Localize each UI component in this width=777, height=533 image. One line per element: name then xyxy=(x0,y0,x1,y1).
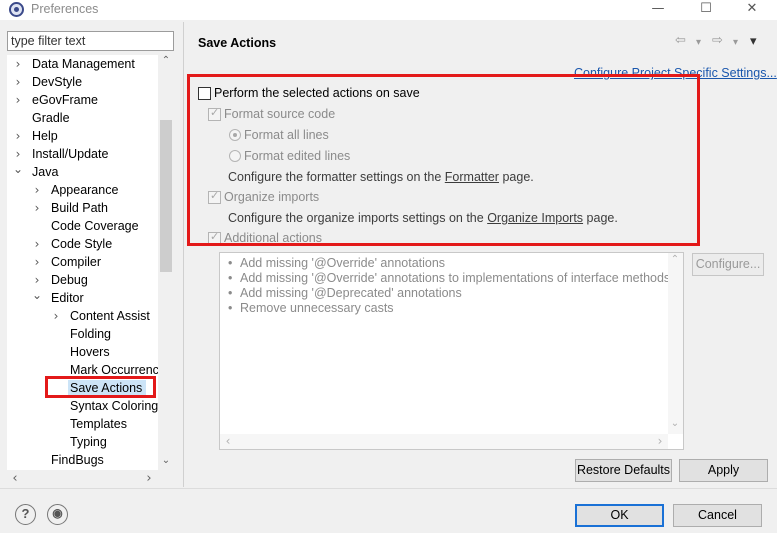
tree-item-label: FindBugs xyxy=(51,453,104,467)
highlight-box-save-actions xyxy=(45,376,156,398)
expand-icon[interactable]: › xyxy=(32,199,42,217)
tree-item-label: Typing xyxy=(70,435,107,449)
forward-dropdown-icon[interactable]: ▾ xyxy=(733,37,738,48)
list-scroll-down-icon[interactable]: ⌄ xyxy=(667,418,683,429)
scroll-left-icon[interactable]: ‹ xyxy=(7,471,23,486)
apply-button[interactable]: Apply xyxy=(679,459,768,482)
page-title: Save Actions xyxy=(198,36,277,50)
maximize-button[interactable]: ☐ xyxy=(691,0,721,18)
close-button[interactable]: ✕ xyxy=(737,0,767,18)
cancel-button[interactable]: Cancel xyxy=(673,504,762,527)
list-scroll-right-icon[interactable]: › xyxy=(652,434,668,448)
footer-divider xyxy=(0,488,777,489)
tree-item-label: Compiler xyxy=(51,255,102,269)
expand-icon[interactable]: › xyxy=(13,127,23,145)
list-horizontal-scrollbar[interactable] xyxy=(220,434,668,449)
tree-item-label: Content Assist xyxy=(70,309,150,323)
minimize-button[interactable]: — xyxy=(643,0,673,18)
ok-button[interactable]: OK xyxy=(575,504,664,527)
list-scroll-up-icon[interactable]: ⌃ xyxy=(667,254,683,265)
tree-item-label: Java xyxy=(32,165,59,179)
tree-item-label: Gradle xyxy=(32,111,70,125)
tree-horizontal-scrollbar[interactable] xyxy=(7,470,158,487)
scroll-right-icon[interactable]: › xyxy=(141,471,157,486)
tree-item-label: Folding xyxy=(70,327,111,341)
tree-item-label: Editor xyxy=(51,291,84,305)
list-item: Add missing '@Override' annotations to i… xyxy=(228,271,670,285)
tree-item-label: Syntax Coloring xyxy=(70,399,159,413)
highlight-box-save-options xyxy=(187,74,700,246)
collapse-icon[interactable]: ⌄ xyxy=(32,286,42,304)
back-dropdown-icon[interactable]: ▾ xyxy=(696,37,701,48)
preferences-tree: › Data Management › DevStyle › eGovFrame… xyxy=(7,55,174,470)
tree-item-label: Appearance xyxy=(51,183,119,197)
tree-item-label: Templates xyxy=(70,417,127,431)
tree-item-label: Hovers xyxy=(70,345,110,359)
pane-divider[interactable] xyxy=(183,22,184,487)
tree-item-label: Help xyxy=(32,129,58,143)
import-export-icon[interactable]: ◉ xyxy=(47,504,68,525)
collapse-icon[interactable]: ⌄ xyxy=(13,160,23,178)
expand-icon[interactable]: › xyxy=(13,73,23,91)
filter-input[interactable] xyxy=(7,31,174,51)
back-icon[interactable]: ⇦ xyxy=(675,33,686,48)
list-item: Add missing '@Deprecated' annotations xyxy=(228,286,462,300)
additional-actions-list[interactable]: Add missing '@Override' annotations Add … xyxy=(219,252,684,450)
list-scroll-left-icon[interactable]: ‹ xyxy=(220,434,236,448)
list-item: Add missing '@Override' annotations xyxy=(228,256,445,270)
expand-icon[interactable]: › xyxy=(13,55,23,73)
scroll-down-icon[interactable]: ⌄ xyxy=(158,455,174,466)
eclipse-app-icon xyxy=(9,2,24,17)
configure-button[interactable]: Configure... xyxy=(692,253,764,276)
tree-item-label: Data Management xyxy=(32,57,135,71)
expand-icon[interactable]: › xyxy=(13,91,23,109)
list-item: Remove unnecessary casts xyxy=(228,301,394,315)
tree-scroll-thumb[interactable] xyxy=(160,120,172,272)
restore-defaults-button[interactable]: Restore Defaults xyxy=(575,459,672,482)
tree-item-label: Code Coverage xyxy=(51,219,139,233)
expand-icon[interactable]: › xyxy=(51,307,61,325)
forward-icon[interactable]: ⇨ xyxy=(712,33,723,48)
tree-item-label: Code Style xyxy=(51,237,113,251)
window-title: Preferences xyxy=(31,2,99,16)
list-vertical-scrollbar[interactable] xyxy=(668,253,683,434)
tree-item-label: eGovFrame xyxy=(32,93,98,107)
expand-icon[interactable]: › xyxy=(32,235,42,253)
tree-item-label: Build Path xyxy=(51,201,108,215)
tree-item-label: Debug xyxy=(51,273,88,287)
expand-icon[interactable]: › xyxy=(32,181,42,199)
expand-icon[interactable]: › xyxy=(32,253,42,271)
view-menu-icon[interactable]: ▾ xyxy=(750,34,757,49)
scroll-up-icon[interactable]: ⌃ xyxy=(158,55,174,66)
help-icon[interactable]: ? xyxy=(15,504,36,525)
tree-item-label: DevStyle xyxy=(32,75,83,89)
tree-item-label: Install/Update xyxy=(32,147,109,161)
